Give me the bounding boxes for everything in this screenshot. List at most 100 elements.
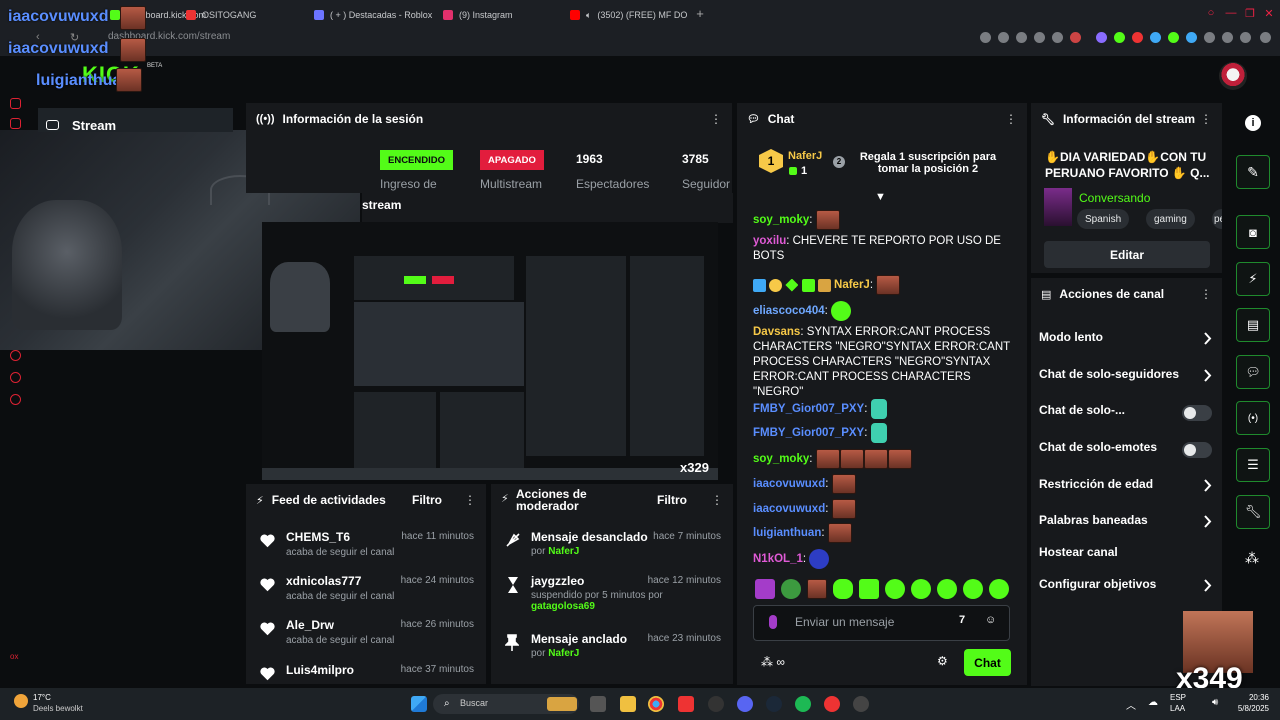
emote-quick[interactable] [963,579,983,599]
sidebar-mod-icon[interactable] [10,118,21,129]
chat-username[interactable]: eliascoco404 [753,305,825,317]
chat-send-button[interactable]: Chat [964,649,1011,676]
weather-icon[interactable] [14,694,28,708]
rail-layout-button[interactable]: ☰ [1236,448,1270,482]
windows-start-icon[interactable] [411,696,427,712]
chat-username[interactable]: yoxilu [753,235,786,247]
chat-username[interactable]: iaacovuwuxd [753,478,825,490]
chat-username[interactable]: FMBY_Gior007_PXY [753,427,864,439]
menu-icon[interactable] [1260,32,1271,43]
chat-username[interactable]: Davsans [753,326,800,338]
scroll-down-icon[interactable]: ▼ [875,191,886,203]
top-gifter-name[interactable]: NaferJ [788,150,822,162]
clock-time[interactable]: 20:36 [1233,693,1269,702]
xbox-icon[interactable] [708,696,724,712]
extension-5-icon[interactable] [1168,32,1179,43]
screenshot-icon[interactable] [1016,32,1027,43]
sidebar-stream-icon[interactable] [10,98,21,109]
gift-cta[interactable]: Regala 1 suscripción para tomar la posic… [855,151,1001,175]
zoom-icon[interactable] [980,32,991,43]
heart-icon[interactable] [1070,32,1081,43]
minimize-icon[interactable]: — [1224,7,1238,21]
steam-icon[interactable] [766,696,782,712]
sidebar-settings-icon[interactable] [10,394,21,405]
puzzle-icon[interactable] [1204,32,1215,43]
action-configure-goals[interactable]: Configurar objetivos [1039,577,1212,597]
volume-icon[interactable]: 🔊︎ [1212,697,1218,708]
rail-broadcast-button[interactable]: (•) [1236,401,1270,435]
sidebar-collapse-icon[interactable]: ox [10,652,21,663]
rail-points-icon[interactable]: ⁂ [1245,550,1259,567]
emote-quick[interactable] [989,579,1009,599]
mod-by-user[interactable]: NaferJ [548,546,579,557]
bookmarks-icon[interactable] [1222,32,1233,43]
action-followers-only[interactable]: Chat de solo-seguidores [1039,367,1212,387]
tab-roblox[interactable]: ( + ) Destacadas - Roblox [314,5,432,25]
download-icon[interactable] [1052,32,1063,43]
emote-quick[interactable] [937,579,957,599]
rail-camera-button[interactable]: ◙ [1236,215,1270,249]
extension-1-icon[interactable] [1096,32,1107,43]
action-banned-words[interactable]: Palabras baneadas [1039,513,1212,533]
spotify-icon[interactable] [795,696,811,712]
chat-username[interactable]: luigianthuan [753,527,821,539]
edit-button[interactable]: Editar [1044,241,1210,268]
mod-action-name[interactable]: jaygzzleo [531,574,584,588]
extension-4-icon[interactable] [1150,32,1161,43]
emotes-only-toggle[interactable] [1182,442,1212,458]
stream-tab[interactable] [38,108,233,132]
subs-only-toggle[interactable] [1182,405,1212,421]
downloads-icon[interactable] [1240,32,1251,43]
emote-quick[interactable] [885,579,905,599]
chat-username[interactable]: soy_moky [753,214,809,226]
new-tab-plus-icon[interactable]: + [693,7,707,21]
emote-quick[interactable] [911,579,931,599]
category-name[interactable]: Conversando [1079,191,1150,205]
shield-icon[interactable] [1034,32,1045,43]
rail-lightning-button[interactable]: ⚡︎ [1236,262,1270,296]
emote-quick[interactable] [781,579,801,599]
chat-username[interactable]: FMBY_Gior007_PXY [753,403,864,415]
rail-edit-button[interactable]: ✎ [1236,155,1270,189]
extension-2-icon[interactable] [1114,32,1125,43]
chrome-icon[interactable] [648,696,664,712]
maximize-icon[interactable]: ❐ [1243,7,1257,21]
action-age-restriction[interactable]: Restricción de edad [1039,477,1212,497]
feed-filter-button[interactable]: Filtro [412,493,442,507]
action-slow-mode[interactable]: Modo lento [1039,330,1212,350]
app-red-icon[interactable] [678,696,694,712]
emote-quick[interactable] [755,579,775,599]
chat-settings-gear-icon[interactable]: ⚙ [937,654,948,668]
tray-cloud-icon[interactable]: ☁ [1148,697,1158,708]
obs-icon[interactable] [853,696,869,712]
feed-user[interactable]: xdnicolas777 [286,574,361,588]
chat-username[interactable]: iaacovuwuxd [753,503,825,515]
action-host-channel[interactable]: Hostear canal [1039,545,1212,565]
chat-username[interactable]: soy_moky [753,453,809,465]
chat-kebab-icon[interactable]: ⋮ [1005,112,1017,126]
rail-chat-button[interactable]: 💬︎ [1236,355,1270,389]
info-icon[interactable]: i [1245,115,1261,131]
share-icon[interactable] [998,32,1009,43]
tab-ositogang[interactable]: OSITOGANG [186,5,256,25]
mod-by-user[interactable]: NaferJ [548,648,579,659]
chat-username[interactable]: NaferJ [834,279,870,291]
feed-user[interactable]: Ale_Drw [286,618,334,632]
extension-3-icon[interactable] [1132,32,1143,43]
mod-kebab-icon[interactable]: ⋮ [711,493,723,507]
channel-actions-kebab-icon[interactable]: ⋮ [1200,287,1212,301]
discord-icon[interactable] [737,696,753,712]
mod-filter-button[interactable]: Filtro [657,493,687,507]
rail-wrench-button[interactable]: 🔧︎ [1236,495,1270,529]
tray-chevron-icon[interactable]: ︿ [1126,697,1136,712]
close-window-icon[interactable]: ✕ [1262,7,1276,21]
task-view-icon[interactable] [590,696,606,712]
opera-icon[interactable] [824,696,840,712]
file-explorer-icon[interactable] [620,696,636,712]
stream-info-kebab-icon[interactable]: ⋮ [1200,112,1212,126]
user-avatar[interactable] [1219,62,1247,90]
feed-user[interactable]: CHEMS_T6 [286,530,350,544]
emote-quick[interactable] [859,579,879,599]
session-kebab-icon[interactable]: ⋮ [710,112,722,126]
points-icon[interactable]: ⁂ ∞ [761,655,785,669]
